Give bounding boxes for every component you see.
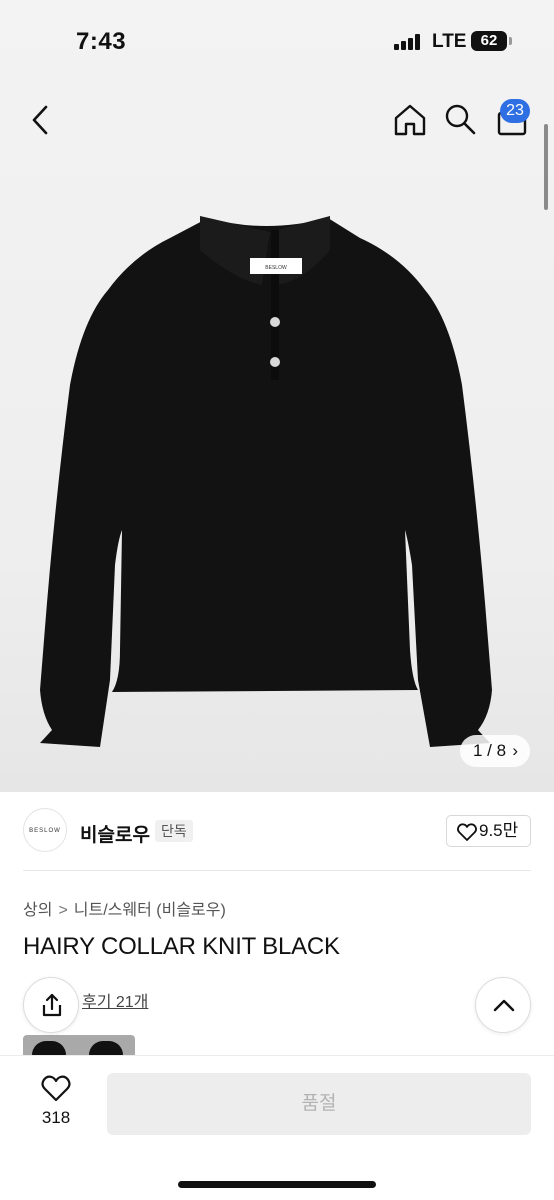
home-icon xyxy=(394,104,426,136)
brand-like-button[interactable]: 9.5만 xyxy=(446,815,531,847)
share-button[interactable] xyxy=(23,977,79,1033)
sold-out-button[interactable]: 품절 xyxy=(107,1073,531,1135)
clock: 7:43 xyxy=(76,28,127,55)
chevron-up-icon xyxy=(493,999,515,1012)
wishlist-button[interactable]: 318 xyxy=(30,1072,82,1132)
home-button[interactable] xyxy=(392,102,428,138)
home-indicator xyxy=(178,1181,376,1188)
scrollbar[interactable] xyxy=(544,124,548,210)
battery-cap xyxy=(509,37,512,45)
image-counter-label: 1 / 8 xyxy=(473,741,507,760)
breadcrumb: 상의 > 니트/스웨터 (비슬로우) xyxy=(23,896,226,920)
wishlist-count: 318 xyxy=(41,1108,71,1127)
heart-icon xyxy=(457,823,477,841)
back-button[interactable] xyxy=(26,103,54,137)
cart-count-badge: 23 xyxy=(500,99,530,123)
signal-icon xyxy=(394,34,422,50)
divider xyxy=(23,870,531,871)
thumbnail xyxy=(89,1041,123,1057)
breadcrumb-subcategory[interactable]: 니트/스웨터 (비슬로우) xyxy=(74,902,226,919)
breadcrumb-separator: > xyxy=(58,902,68,919)
product-photo: BESLOW xyxy=(40,216,492,747)
heart-icon xyxy=(41,1075,71,1102)
brand-tag-text: BESLOW xyxy=(265,265,287,271)
reviews-link[interactable]: 후기 21개 xyxy=(82,988,148,1012)
chevron-left-icon xyxy=(32,105,48,135)
product-image-area[interactable]: BESLOW 7:43 LTE 62 23 1 / 8 › xyxy=(0,0,554,792)
battery-icon: 62 xyxy=(471,31,507,51)
carrier-label: LTE xyxy=(432,31,467,52)
status-bar: 7:43 LTE 62 xyxy=(0,0,554,84)
thumbnail-strip[interactable] xyxy=(23,1035,135,1057)
brand-name[interactable]: 비슬로우 xyxy=(80,820,150,847)
search-button[interactable] xyxy=(443,102,477,136)
share-icon xyxy=(42,993,62,1017)
search-icon xyxy=(445,104,476,135)
scroll-top-button[interactable] xyxy=(475,977,531,1033)
brand-like-count: 9.5만 xyxy=(479,821,519,840)
chevron-right-icon: › xyxy=(512,741,518,760)
image-counter[interactable]: 1 / 8 › xyxy=(460,735,530,767)
exclusive-badge: 단독 xyxy=(155,820,193,842)
thumbnail xyxy=(32,1041,66,1057)
breadcrumb-category[interactable]: 상의 xyxy=(23,902,52,919)
brand-logo[interactable]: BESLOW xyxy=(23,808,67,852)
product-title: HAIRY COLLAR KNIT BLACK xyxy=(23,933,340,960)
